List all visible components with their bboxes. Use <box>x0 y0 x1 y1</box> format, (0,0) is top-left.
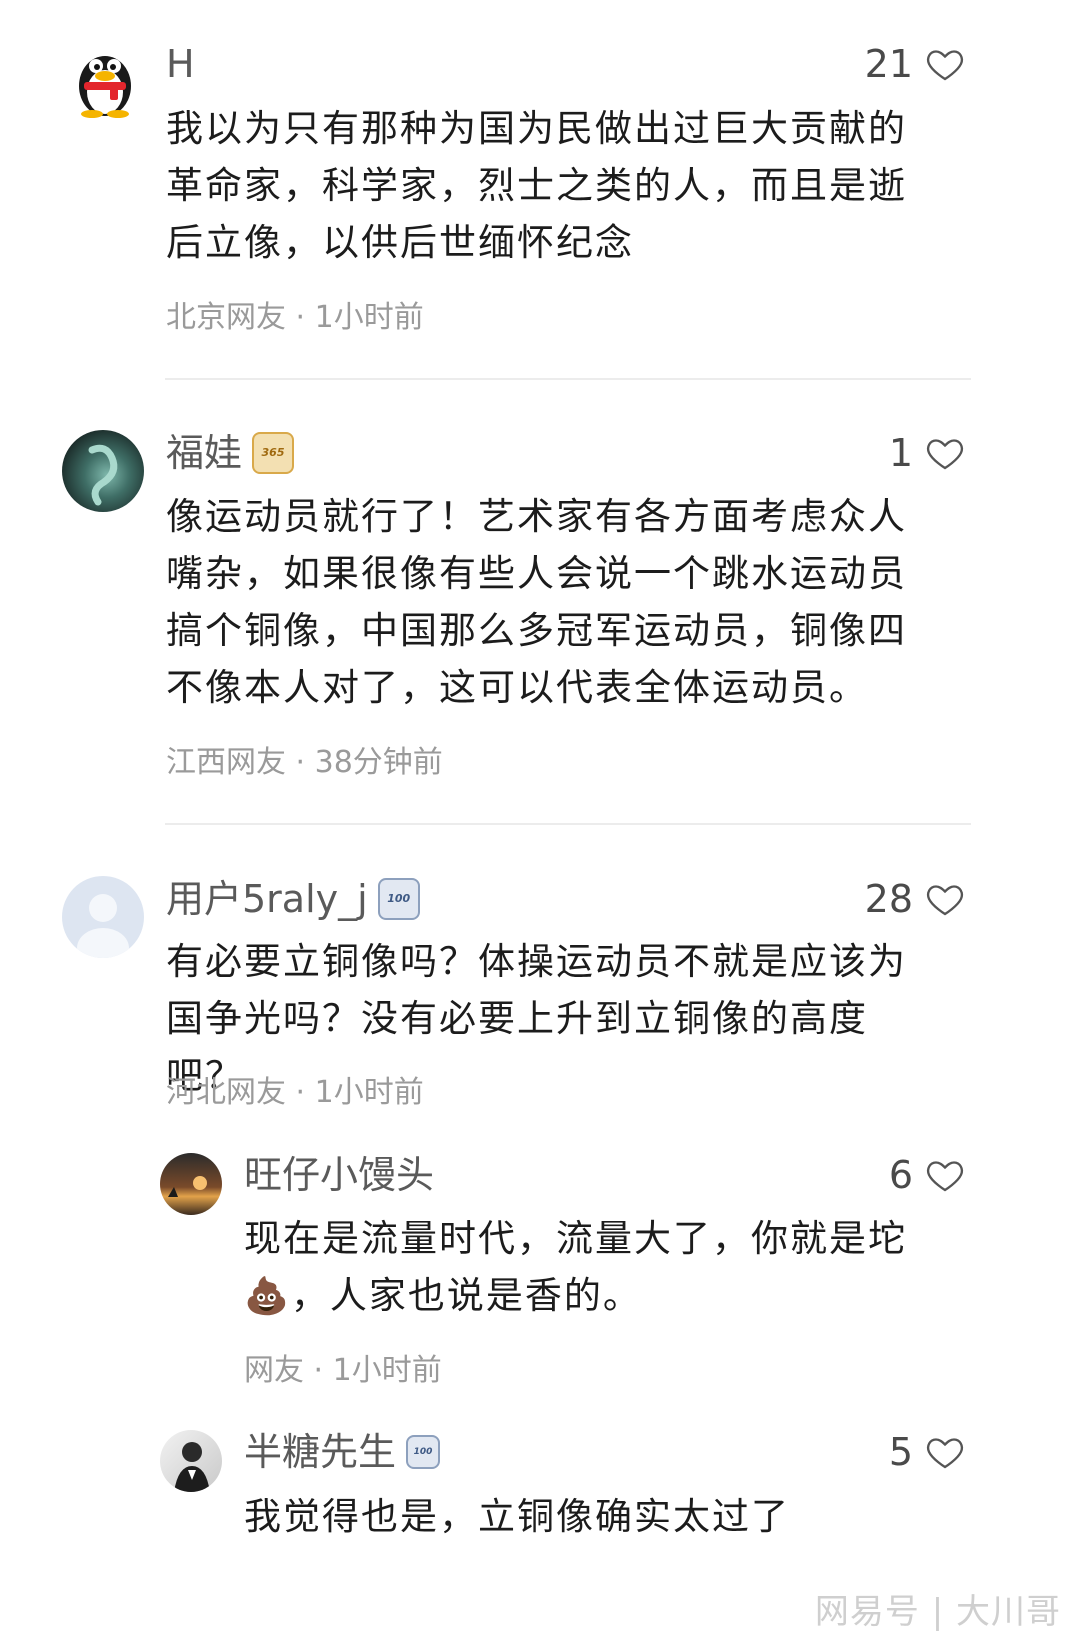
username-text[interactable]: 旺仔小馒头 <box>244 1153 434 1197</box>
heart-icon[interactable] <box>925 1432 965 1472</box>
username-text[interactable]: 用户5raly_j <box>166 877 368 921</box>
like-button[interactable]: 5 <box>889 1430 965 1474</box>
poop-emoji-icon: 💩 <box>244 1276 291 1317</box>
avatar[interactable] <box>160 1430 222 1492</box>
heart-icon[interactable] <box>925 879 965 919</box>
reply-username[interactable]: 半糖先生 100 <box>244 1430 441 1474</box>
level-badge-icon: 100 <box>406 1435 441 1469</box>
heart-icon[interactable] <box>925 433 965 473</box>
comment-meta: 江西网友 · 38分钟前 <box>166 745 443 780</box>
level-badge-icon: 100 <box>377 878 420 920</box>
reply-meta: 网友 · 1小时前 <box>244 1353 442 1388</box>
reply-text: 我觉得也是，立铜像确实太过了 <box>244 1495 790 1538</box>
watermark: 网易号 | 大川哥 <box>814 1592 1061 1632</box>
heart-icon[interactable] <box>925 44 965 84</box>
username-text[interactable]: 福娃 <box>166 431 242 475</box>
like-button[interactable]: 6 <box>889 1153 965 1197</box>
reply-text-part: 现在是流量时代，流量大了，你就是坨 <box>244 1217 907 1260</box>
like-button[interactable]: 28 <box>865 877 965 921</box>
avatar[interactable] <box>62 430 144 512</box>
username-text[interactable]: H <box>166 42 195 86</box>
like-count: 1 <box>888 431 913 475</box>
comment-text: 我以为只有那种为国为民做出过巨大贡献的革命家，科学家，烈士之类的人，而且是逝后立… <box>166 107 907 264</box>
like-count: 6 <box>888 1153 913 1197</box>
reply-username[interactable]: 旺仔小馒头 <box>244 1153 434 1197</box>
reply-text-part: ，人家也说是香的。 <box>290 1274 642 1317</box>
like-count: 5 <box>888 1430 913 1474</box>
heart-icon[interactable] <box>925 1155 965 1195</box>
avatar-default[interactable] <box>62 876 144 958</box>
comment-username[interactable]: H <box>166 42 195 86</box>
comment-meta: 北京网友 · 1小时前 <box>166 300 424 335</box>
comment-username[interactable]: 用户5raly_j 100 <box>166 877 420 921</box>
like-count: 28 <box>864 877 913 921</box>
username-text[interactable]: 半糖先生 <box>244 1430 396 1474</box>
comment-username[interactable]: 福娃 365 <box>166 431 295 475</box>
avatar[interactable] <box>160 1153 222 1215</box>
divider <box>165 823 971 825</box>
comment-text: 像运动员就行了！艺术家有各方面考虑众人嘴杂，如果很像有些人会说一个跳水运动员搞个… <box>166 495 907 709</box>
level-badge-icon: 365 <box>252 432 295 474</box>
like-button[interactable]: 21 <box>865 42 965 86</box>
comment-meta: 河北网友 · 1小时前 <box>166 1075 424 1110</box>
reply-text: 现在是流量时代，流量大了，你就是坨 💩，人家也说是香的。 <box>244 1210 926 1325</box>
divider <box>165 378 971 380</box>
like-button[interactable]: 1 <box>889 431 965 475</box>
avatar-penguin[interactable] <box>70 42 140 118</box>
like-count: 21 <box>864 42 913 86</box>
